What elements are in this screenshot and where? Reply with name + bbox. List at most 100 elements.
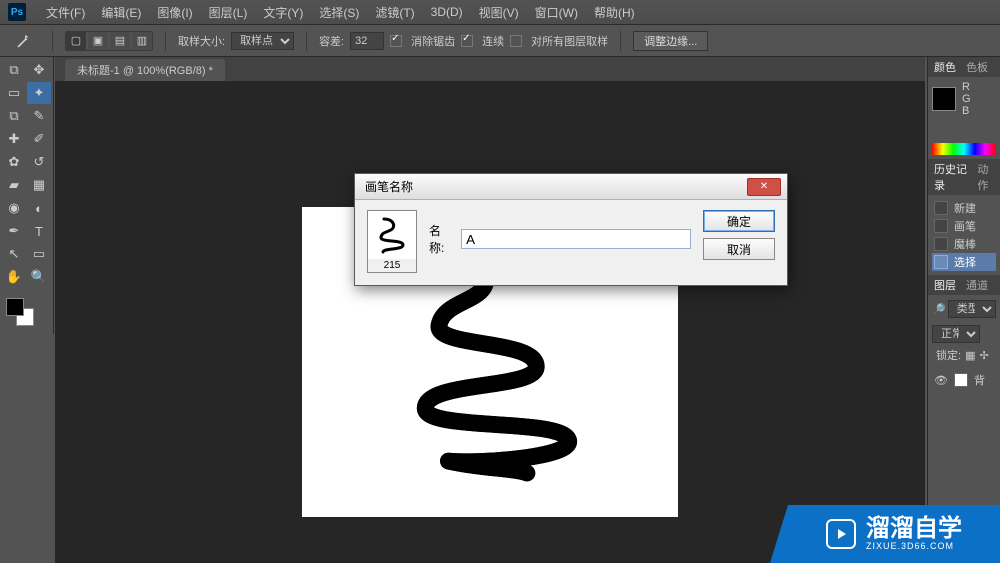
menu-view[interactable]: 视图(V) (471, 4, 527, 21)
tab-color[interactable]: 颜色 (934, 59, 956, 75)
tool-pen[interactable]: ✒ (2, 220, 26, 242)
file-icon (934, 201, 948, 215)
brush-preview-size: 215 (368, 259, 416, 272)
eye-icon[interactable]: 👁 (934, 374, 948, 387)
b-label: B (962, 105, 996, 117)
lock-label: 锁定: (936, 347, 961, 363)
history-item[interactable]: 新建 (932, 199, 996, 217)
tool-type[interactable]: T (27, 220, 51, 242)
menu-type[interactable]: 文字(Y) (255, 4, 311, 21)
dialog-title: 画笔名称 (365, 178, 413, 195)
menu-3d[interactable]: 3D(D) (423, 5, 471, 19)
history-item-current[interactable]: 选择 (932, 253, 996, 271)
separator (306, 31, 307, 51)
options-bar: ▢ ▣ ▤ ▥ 取样大小: 取样点 容差: 消除锯齿 连续 对所有图层取样 调整… (0, 25, 1000, 57)
tool-eraser[interactable]: ▰ (2, 174, 26, 196)
tools-panel: ⧉ ✥ ▭ ✦ ⧉ ✎ ✚ ✐ ✿ ↺ ▰ ▦ ◉ ◐ ✒ T ↖ ▭ ✋ 🔍 (0, 57, 54, 334)
contiguous-check[interactable] (461, 35, 473, 47)
sample-size-label: 取样大小: (178, 33, 225, 49)
panel-history: 新建 画笔 魔棒 选择 (928, 195, 1000, 275)
name-label: 名称: (429, 222, 455, 256)
menu-filter[interactable]: 滤镜(T) (367, 4, 422, 21)
antialias-check[interactable] (390, 35, 402, 47)
menu-window[interactable]: 窗口(W) (527, 4, 586, 21)
menu-file[interactable]: 文件(F) (38, 4, 93, 21)
tab-swatches[interactable]: 色板 (966, 59, 988, 75)
menu-select[interactable]: 选择(S) (311, 4, 367, 21)
panel-header-color: 颜色 色板 (928, 57, 1000, 77)
brush-name-input[interactable] (461, 229, 691, 249)
panel-header-layers: 图层 通道 (928, 275, 1000, 295)
color-chip[interactable] (932, 87, 956, 111)
tool-marquee[interactable]: ▭ (2, 82, 26, 104)
g-label: G (962, 93, 996, 105)
refine-edge-button[interactable]: 调整边缘... (633, 31, 708, 51)
tab-channels[interactable]: 通道 (966, 277, 988, 293)
menu-layer[interactable]: 图层(L) (201, 4, 256, 21)
lock-pixels-icon[interactable]: ▦ (965, 349, 975, 362)
layer-thumbnail (954, 373, 968, 387)
separator (52, 31, 53, 51)
layer-row-background[interactable]: 👁 背 (932, 371, 996, 389)
brush-preview: 215 (367, 210, 417, 273)
dialog-titlebar[interactable]: 画笔名称 ✕ (355, 174, 787, 200)
all-layers-check[interactable] (510, 35, 522, 47)
tool-zoom[interactable]: 🔍 (27, 266, 51, 288)
layer-name: 背 (974, 372, 985, 388)
select-icon (934, 255, 948, 269)
wand-icon (934, 237, 948, 251)
tool-path[interactable]: ↖ (2, 243, 26, 265)
tool-shape[interactable]: ▭ (27, 243, 51, 265)
tool-brush[interactable]: ✐ (27, 128, 51, 150)
tool-stamp[interactable]: ✿ (2, 151, 26, 173)
foreground-swatch[interactable] (6, 298, 24, 316)
spectrum-bar[interactable] (932, 143, 996, 155)
sample-size-select[interactable]: 取样点 (231, 32, 294, 50)
ok-button[interactable]: 确定 (703, 210, 775, 232)
tool-hand[interactable]: ✋ (2, 266, 26, 288)
tool-crop[interactable]: ⧉ (2, 105, 26, 127)
tab-history[interactable]: 历史记录 (934, 161, 967, 193)
cancel-button[interactable]: 取消 (703, 238, 775, 260)
tool-heal[interactable]: ✚ (2, 128, 26, 150)
tool-eyedropper[interactable]: ✎ (27, 105, 51, 127)
tab-actions[interactable]: 动作 (977, 161, 994, 193)
mode-new[interactable]: ▢ (66, 32, 86, 50)
tool-artboard[interactable]: ✥ (27, 59, 51, 81)
tolerance-input[interactable] (350, 32, 384, 50)
menu-image[interactable]: 图像(I) (149, 4, 200, 21)
document-tab[interactable]: 未标题-1 @ 100%(RGB/8) * (65, 59, 225, 81)
antialias-label: 消除锯齿 (411, 33, 455, 49)
tool-magic-wand[interactable]: ✦ (27, 82, 51, 104)
menu-bar: Ps 文件(F) 编辑(E) 图像(I) 图层(L) 文字(Y) 选择(S) 滤… (0, 0, 1000, 25)
panel-layers: 🔎 类型 正常 锁定: ▦ ✢ 👁 背 (928, 295, 1000, 393)
all-layers-label: 对所有图层取样 (531, 33, 608, 49)
layer-filter-select[interactable]: 类型 (948, 300, 996, 318)
selection-mode-group: ▢ ▣ ▤ ▥ (65, 31, 153, 51)
menu-edit[interactable]: 编辑(E) (93, 4, 149, 21)
dialog-close-button[interactable]: ✕ (747, 178, 781, 196)
watermark-main: 溜溜自学 (866, 516, 962, 542)
brush-name-dialog: 画笔名称 ✕ 215 名称: 确定 取消 (354, 173, 788, 286)
tool-gradient[interactable]: ▦ (27, 174, 51, 196)
history-item[interactable]: 魔棒 (932, 235, 996, 253)
tab-layers[interactable]: 图层 (934, 277, 956, 293)
separator (620, 31, 621, 51)
watermark: 溜溜自学 ZIXUE.3D66.COM (788, 505, 1000, 563)
tool-dodge[interactable]: ◐ (27, 197, 51, 219)
app-logo: Ps (8, 3, 26, 21)
play-icon (826, 519, 856, 549)
mode-int[interactable]: ▥ (132, 32, 152, 50)
color-swatches[interactable] (2, 298, 51, 332)
wand-tool-icon (8, 33, 40, 49)
tool-blur[interactable]: ◉ (2, 197, 26, 219)
menu-help[interactable]: 帮助(H) (586, 4, 643, 21)
blend-mode-select[interactable]: 正常 (932, 325, 980, 343)
tolerance-label: 容差: (319, 33, 344, 49)
mode-sub[interactable]: ▤ (110, 32, 130, 50)
tool-move[interactable]: ⧉ (2, 59, 26, 81)
mode-add[interactable]: ▣ (88, 32, 108, 50)
history-item[interactable]: 画笔 (932, 217, 996, 235)
tool-history-brush[interactable]: ↺ (27, 151, 51, 173)
lock-position-icon[interactable]: ✢ (979, 349, 988, 362)
